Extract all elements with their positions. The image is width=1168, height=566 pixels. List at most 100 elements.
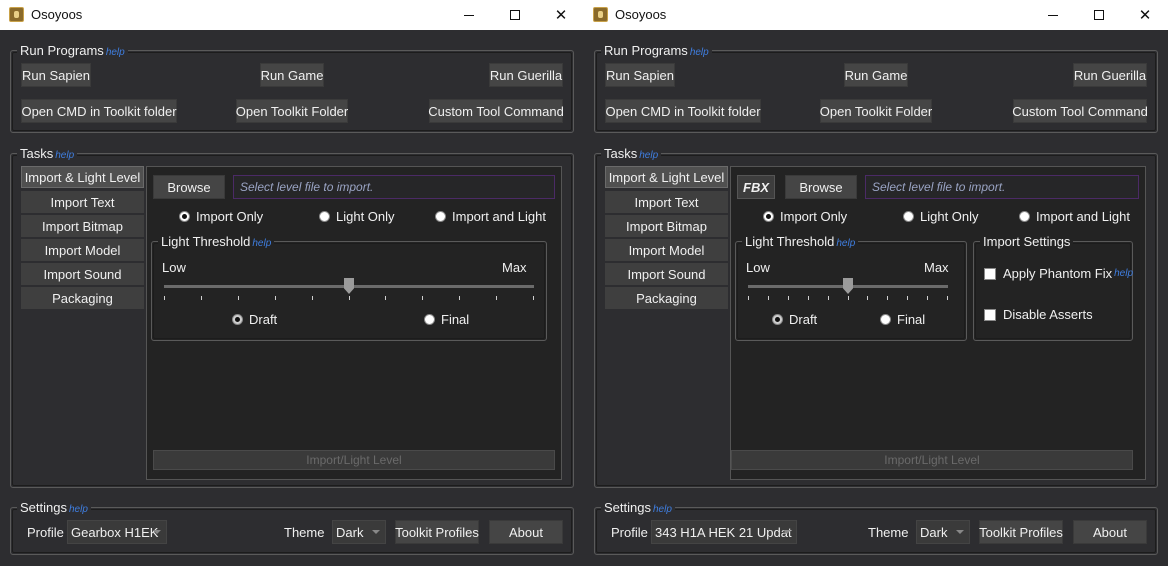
radio-light-only[interactable]: Light Only bbox=[319, 209, 395, 224]
tab-import-bitmap[interactable]: Import Bitmap bbox=[605, 215, 728, 237]
fbx-button[interactable]: FBX bbox=[737, 175, 775, 199]
tab-packaging[interactable]: Packaging bbox=[605, 287, 728, 309]
tab-import-text[interactable]: Import Text bbox=[21, 191, 144, 213]
slider-tick bbox=[312, 296, 313, 300]
close-button[interactable]: ✕ bbox=[538, 0, 584, 30]
run-programs-help-link[interactable]: help bbox=[690, 47, 709, 58]
tab-import-model[interactable]: Import Model bbox=[21, 239, 144, 261]
light-threshold-group: Light Threshold help Low Max Draft Final bbox=[151, 234, 547, 341]
light-threshold-help-link[interactable]: help bbox=[836, 238, 855, 249]
minimize-icon bbox=[1048, 14, 1058, 16]
apply-phantom-fix-checkbox[interactable]: Apply Phantom Fix help bbox=[984, 266, 1133, 281]
browse-button[interactable]: Browse bbox=[785, 175, 857, 199]
open-toolkit-folder-button[interactable]: Open Toolkit Folder bbox=[820, 99, 932, 123]
phantom-fix-help-link[interactable]: help bbox=[1114, 268, 1133, 279]
run-guerilla-button[interactable]: Run Guerilla bbox=[489, 63, 563, 87]
tasks-help-link[interactable]: help bbox=[55, 150, 74, 161]
tab-import-light-level[interactable]: Import & Light Level bbox=[21, 166, 144, 188]
light-threshold-slider[interactable] bbox=[164, 278, 534, 305]
light-threshold-slider[interactable] bbox=[748, 278, 948, 305]
browse-button[interactable]: Browse bbox=[153, 175, 225, 199]
disable-asserts-checkbox[interactable]: Disable Asserts bbox=[984, 307, 1093, 322]
tab-import-text[interactable]: Import Text bbox=[605, 191, 728, 213]
threshold-low-label: Low bbox=[746, 260, 770, 275]
run-game-button[interactable]: Run Game bbox=[844, 63, 908, 87]
minimize-button[interactable] bbox=[1030, 0, 1076, 30]
theme-select[interactable]: Dark bbox=[332, 520, 386, 544]
slider-thumb[interactable] bbox=[344, 278, 354, 294]
maximize-icon bbox=[510, 10, 520, 20]
settings-legend: Settings help bbox=[17, 500, 91, 515]
tab-packaging[interactable]: Packaging bbox=[21, 287, 144, 309]
radio-import-and-light[interactable]: Import and Light bbox=[1019, 209, 1130, 224]
threshold-max-label: Max bbox=[502, 260, 527, 275]
radio-final[interactable]: Final bbox=[424, 312, 469, 327]
title-bar[interactable]: Osoyoos ✕ bbox=[0, 0, 584, 30]
radio-indicator bbox=[435, 211, 446, 222]
chevron-down-icon bbox=[372, 530, 380, 534]
minimize-button[interactable] bbox=[446, 0, 492, 30]
theme-label: Theme bbox=[868, 525, 909, 540]
slider-tick bbox=[768, 296, 769, 300]
light-threshold-help-link[interactable]: help bbox=[252, 238, 271, 249]
profile-select[interactable]: Gearbox H1EK bbox=[67, 520, 167, 544]
run-programs-group: Run Programs help Run Sapien Run Game Run… bbox=[594, 43, 1158, 133]
custom-tool-command-button[interactable]: Custom Tool Command bbox=[428, 99, 564, 123]
slider-tick bbox=[201, 296, 202, 300]
checkbox-box bbox=[984, 308, 996, 321]
radio-selected-indicator bbox=[179, 211, 190, 222]
maximize-button[interactable] bbox=[1076, 0, 1122, 30]
run-sapien-button[interactable]: Run Sapien bbox=[21, 63, 91, 87]
close-button[interactable]: ✕ bbox=[1122, 0, 1168, 30]
run-guerilla-button[interactable]: Run Guerilla bbox=[1073, 63, 1147, 87]
tab-import-model[interactable]: Import Model bbox=[605, 239, 728, 261]
import-settings-legend: Import Settings bbox=[980, 234, 1074, 249]
open-cmd-button[interactable]: Open CMD in Toolkit folder bbox=[21, 99, 177, 123]
run-sapien-button[interactable]: Run Sapien bbox=[605, 63, 675, 87]
toolkit-profiles-button[interactable]: Toolkit Profiles bbox=[395, 520, 479, 544]
run-game-button[interactable]: Run Game bbox=[260, 63, 324, 87]
tasks-help-link[interactable]: help bbox=[639, 150, 658, 161]
tab-import-sound[interactable]: Import Sound bbox=[605, 263, 728, 285]
about-button[interactable]: About bbox=[1073, 520, 1147, 544]
radio-indicator bbox=[1019, 211, 1030, 222]
custom-tool-command-button[interactable]: Custom Tool Command bbox=[1012, 99, 1148, 123]
tab-import-bitmap[interactable]: Import Bitmap bbox=[21, 215, 144, 237]
profile-label: Profile bbox=[27, 525, 64, 540]
radio-import-only[interactable]: Import Only bbox=[179, 209, 263, 224]
radio-import-only[interactable]: Import Only bbox=[763, 209, 847, 224]
profile-select[interactable]: 343 H1A HEK 21 Updat bbox=[651, 520, 797, 544]
open-toolkit-folder-button[interactable]: Open Toolkit Folder bbox=[236, 99, 348, 123]
import-light-level-button[interactable]: Import/Light Level bbox=[731, 450, 1133, 470]
about-button[interactable]: About bbox=[489, 520, 563, 544]
radio-final[interactable]: Final bbox=[880, 312, 925, 327]
threshold-low-label: Low bbox=[162, 260, 186, 275]
title-bar[interactable]: Osoyoos ✕ bbox=[584, 0, 1168, 30]
radio-selected-indicator bbox=[232, 314, 243, 325]
settings-help-link[interactable]: help bbox=[653, 504, 672, 515]
radio-draft[interactable]: Draft bbox=[772, 312, 817, 327]
open-cmd-button[interactable]: Open CMD in Toolkit folder bbox=[605, 99, 761, 123]
settings-help-link[interactable]: help bbox=[69, 504, 88, 515]
level-file-input[interactable]: Select level file to import. bbox=[865, 175, 1139, 199]
tool-window-2: Osoyoos ✕ Run Programs help Run Sapien Ru… bbox=[584, 0, 1168, 566]
radio-light-only[interactable]: Light Only bbox=[903, 209, 979, 224]
theme-select[interactable]: Dark bbox=[916, 520, 970, 544]
run-programs-help-link[interactable]: help bbox=[106, 47, 125, 58]
level-file-input[interactable]: Select level file to import. bbox=[233, 175, 555, 199]
radio-import-and-light[interactable]: Import and Light bbox=[435, 209, 546, 224]
radio-draft[interactable]: Draft bbox=[232, 312, 277, 327]
slider-tick bbox=[275, 296, 276, 300]
tasks-group: Tasks help Import & Light Level Import Te… bbox=[10, 146, 574, 488]
tasks-legend: Tasks help bbox=[601, 146, 662, 161]
import-light-level-button[interactable]: Import/Light Level bbox=[153, 450, 555, 470]
slider-tick bbox=[164, 296, 165, 300]
tab-import-sound[interactable]: Import Sound bbox=[21, 263, 144, 285]
tab-import-light-level[interactable]: Import & Light Level bbox=[605, 166, 728, 188]
maximize-button[interactable] bbox=[492, 0, 538, 30]
chevron-down-icon bbox=[956, 530, 964, 534]
maximize-icon bbox=[1094, 10, 1104, 20]
toolkit-profiles-button[interactable]: Toolkit Profiles bbox=[979, 520, 1063, 544]
slider-thumb[interactable] bbox=[843, 278, 853, 294]
minimize-icon bbox=[464, 14, 474, 16]
